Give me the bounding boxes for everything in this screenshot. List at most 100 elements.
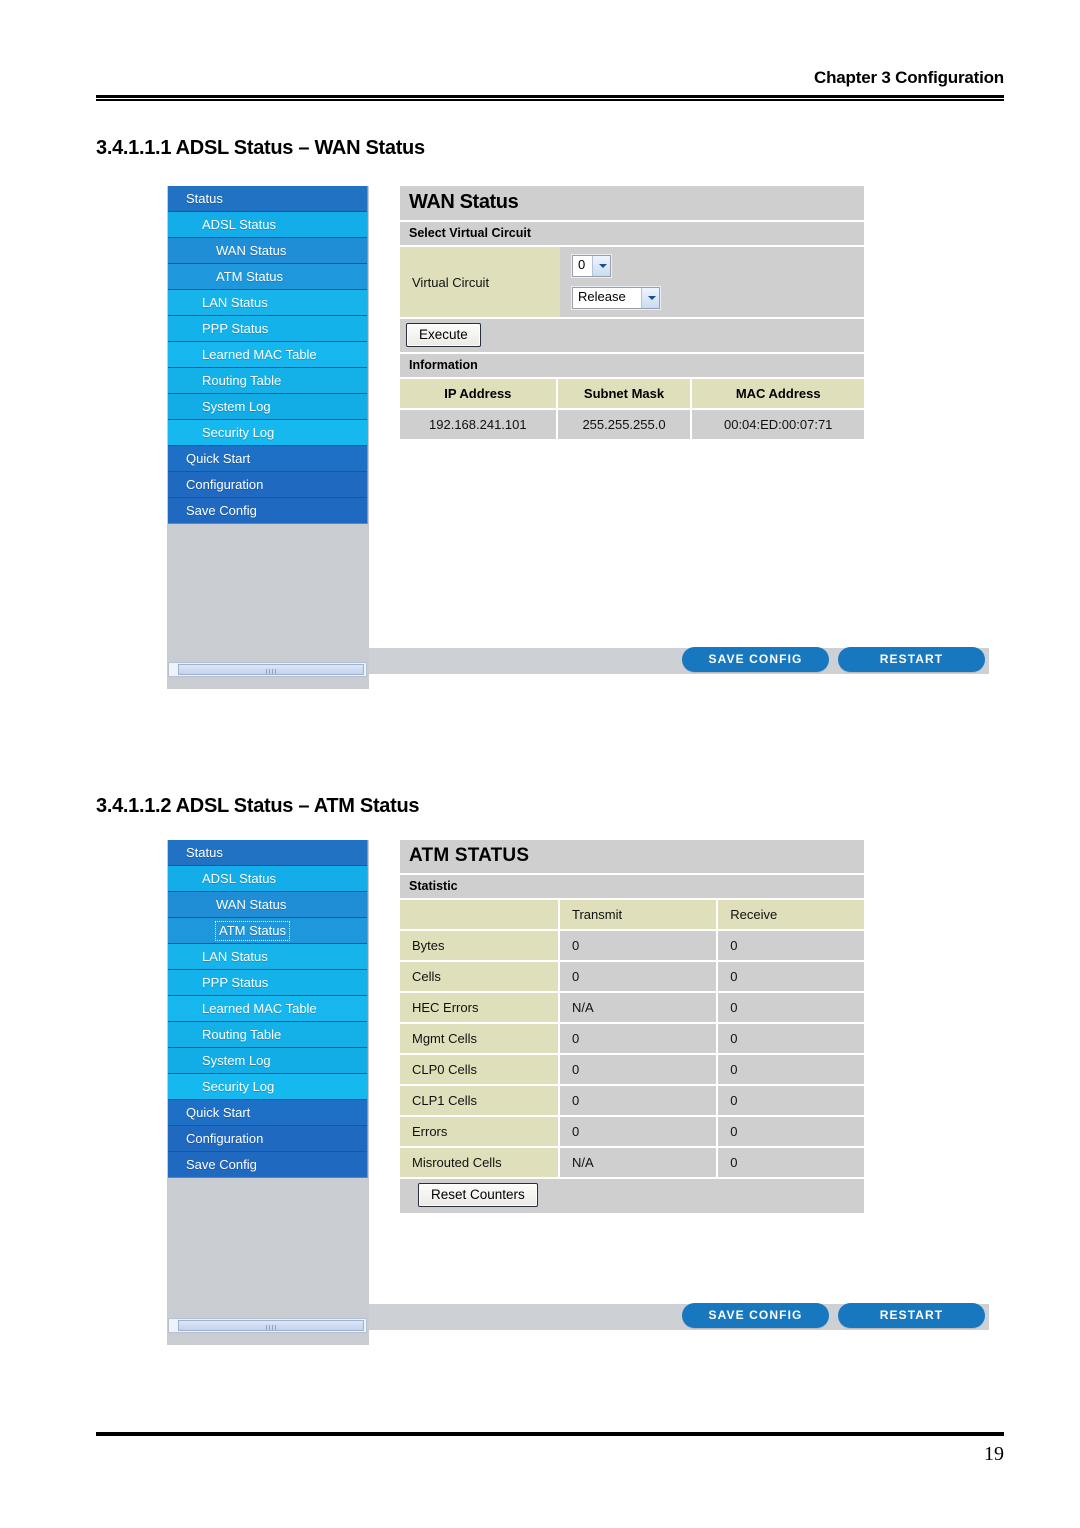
sidebar-item-atm-status[interactable]: ATM Status <box>168 264 367 290</box>
row-label: Cells <box>400 962 560 993</box>
row-label: CLP0 Cells <box>400 1055 560 1086</box>
sidebar-item-configuration[interactable]: Configuration <box>168 472 367 498</box>
column-header: Receive <box>718 900 864 931</box>
table-row: Bytes 0 0 <box>400 931 864 962</box>
header-rule <box>96 95 1004 101</box>
sidebar-item-label: WAN Status <box>216 243 287 258</box>
sidebar-item-routing-table[interactable]: Routing Table <box>168 368 367 394</box>
sidebar-item-label: Learned MAC Table <box>202 347 317 362</box>
sidebar-item-adsl-status[interactable]: ADSL Status <box>168 866 367 892</box>
sidebar-item-lan-status[interactable]: LAN Status <box>168 944 367 970</box>
sidebar-item-label: Quick Start <box>186 1105 251 1120</box>
panel-footer: SAVE CONFIG RESTART <box>369 1291 989 1345</box>
sidebar-item-label: WAN Status <box>216 897 287 912</box>
table-row: CLP0 Cells 0 0 <box>400 1055 864 1086</box>
virtual-circuit-select[interactable]: 0 <box>572 255 612 277</box>
sidebar-item-learned-mac-table[interactable]: Learned MAC Table <box>168 996 367 1022</box>
statistic-header: Statistic <box>400 875 864 900</box>
sidebar-item-label: ATM Status <box>215 921 290 941</box>
table-cell: 0 <box>560 962 719 993</box>
restart-button[interactable]: RESTART <box>838 1303 985 1328</box>
table-cell: 00:04:ED:00:07:71 <box>692 410 864 441</box>
virtual-circuit-controls: 0 Release <box>560 247 864 317</box>
circuit-action-select[interactable]: Release <box>572 287 660 309</box>
router-sidebar: Status ADSL Status WAN Status ATM Status LAN… <box>167 186 369 689</box>
execute-button-bar: Execute <box>400 319 864 354</box>
column-header: MAC Address <box>692 379 864 410</box>
sidebar-item-save-config[interactable]: Save Config <box>168 1152 367 1178</box>
sidebar-item-label: Status <box>186 191 223 206</box>
sidebar-item-label: PPP Status <box>202 975 269 990</box>
scrollbar-thumb[interactable] <box>178 664 364 675</box>
table-row: CLP1 Cells 0 0 <box>400 1086 864 1117</box>
row-label: Misrouted Cells <box>400 1148 560 1179</box>
sidebar-item-system-log[interactable]: System Log <box>168 394 367 420</box>
table-cell: 0 <box>718 993 864 1024</box>
sidebar-item-wan-status[interactable]: WAN Status <box>168 238 367 264</box>
table-header-row: Transmit Receive <box>400 900 864 931</box>
column-header: IP Address <box>400 379 558 410</box>
table-cell: 0 <box>718 1055 864 1086</box>
save-config-button[interactable]: SAVE CONFIG <box>682 1303 829 1328</box>
row-label: HEC Errors <box>400 993 560 1024</box>
sidebar-item-ppp-status[interactable]: PPP Status <box>168 316 367 342</box>
sidebar-item-quick-start[interactable]: Quick Start <box>168 1100 367 1126</box>
sidebar-item-label: ATM Status <box>216 269 283 284</box>
sidebar-item-label: Save Config <box>186 1157 257 1172</box>
table-row: Mgmt Cells 0 0 <box>400 1024 864 1055</box>
screenshot-atm-status: Status ADSL Status WAN Status ATM Status LAN… <box>167 840 989 1345</box>
table-cell: 0 <box>718 1086 864 1117</box>
table-row: Cells 0 0 <box>400 962 864 993</box>
sidebar-item-label: Status <box>186 845 223 860</box>
sidebar-item-label: Routing Table <box>202 373 282 388</box>
sidebar-item-lan-status[interactable]: LAN Status <box>168 290 367 316</box>
table-row: Errors 0 0 <box>400 1117 864 1148</box>
execute-button[interactable]: Execute <box>406 323 481 347</box>
select-virtual-circuit-header: Select Virtual Circuit <box>400 222 864 247</box>
sidebar-item-security-log[interactable]: Security Log <box>168 420 367 446</box>
sidebar-item-label: Configuration <box>186 1131 264 1146</box>
sidebar-item-label: System Log <box>202 1053 271 1068</box>
column-header: Transmit <box>560 900 719 931</box>
reset-counters-bar: Reset Counters <box>400 1179 864 1213</box>
column-header <box>400 900 560 931</box>
table-cell: 0 <box>718 931 864 962</box>
restart-button[interactable]: RESTART <box>838 647 985 672</box>
sidebar-item-label: Save Config <box>186 503 257 518</box>
sidebar-item-routing-table[interactable]: Routing Table <box>168 1022 367 1048</box>
sidebar-menu: Status ADSL Status WAN Status ATM Status LAN… <box>168 186 368 524</box>
save-config-button[interactable]: SAVE CONFIG <box>682 647 829 672</box>
router-content-area: WAN Status Select Virtual Circuit Virtua… <box>369 186 989 689</box>
wan-status-panel: WAN Status Select Virtual Circuit Virtua… <box>400 186 864 441</box>
table-row: HEC Errors N/A 0 <box>400 993 864 1024</box>
circuit-action-select-value: Release <box>578 289 626 304</box>
screenshot-wan-status: Status ADSL Status WAN Status ATM Status LAN… <box>167 186 989 689</box>
sidebar-item-label: Learned MAC Table <box>202 1001 317 1016</box>
sidebar-item-quick-start[interactable]: Quick Start <box>168 446 367 472</box>
atm-status-panel: ATM STATUS Statistic Transmit Receive Byt… <box>400 840 864 1213</box>
sidebar-item-system-log[interactable]: System Log <box>168 1048 367 1074</box>
horizontal-scrollbar[interactable] <box>168 1318 367 1333</box>
sidebar-item-atm-status[interactable]: ATM Status <box>168 918 367 944</box>
table-cell: 192.168.241.101 <box>400 410 558 441</box>
sidebar-item-learned-mac-table[interactable]: Learned MAC Table <box>168 342 367 368</box>
chapter-header-text: Chapter 3 Configuration <box>814 68 1004 87</box>
horizontal-scrollbar[interactable] <box>168 662 367 677</box>
sidebar-item-status[interactable]: Status <box>168 840 367 866</box>
section-heading-atm: 3.4.1.1.2 ADSL Status – ATM Status <box>96 794 420 817</box>
reset-counters-button[interactable]: Reset Counters <box>418 1183 538 1207</box>
sidebar-item-security-log[interactable]: Security Log <box>168 1074 367 1100</box>
sidebar-item-label: LAN Status <box>202 295 268 310</box>
sidebar-item-wan-status[interactable]: WAN Status <box>168 892 367 918</box>
sidebar-item-save-config[interactable]: Save Config <box>168 498 367 524</box>
table-cell: 255.255.255.0 <box>557 410 693 441</box>
sidebar-item-adsl-status[interactable]: ADSL Status <box>168 212 367 238</box>
sidebar-item-configuration[interactable]: Configuration <box>168 1126 367 1152</box>
sidebar-item-ppp-status[interactable]: PPP Status <box>168 970 367 996</box>
sidebar-item-label: Routing Table <box>202 1027 282 1042</box>
sidebar-item-status[interactable]: Status <box>168 186 367 212</box>
scrollbar-thumb[interactable] <box>178 1320 364 1331</box>
sidebar-item-label: Security Log <box>202 1079 275 1094</box>
table-cell: 0 <box>560 1117 719 1148</box>
row-label: CLP1 Cells <box>400 1086 560 1117</box>
